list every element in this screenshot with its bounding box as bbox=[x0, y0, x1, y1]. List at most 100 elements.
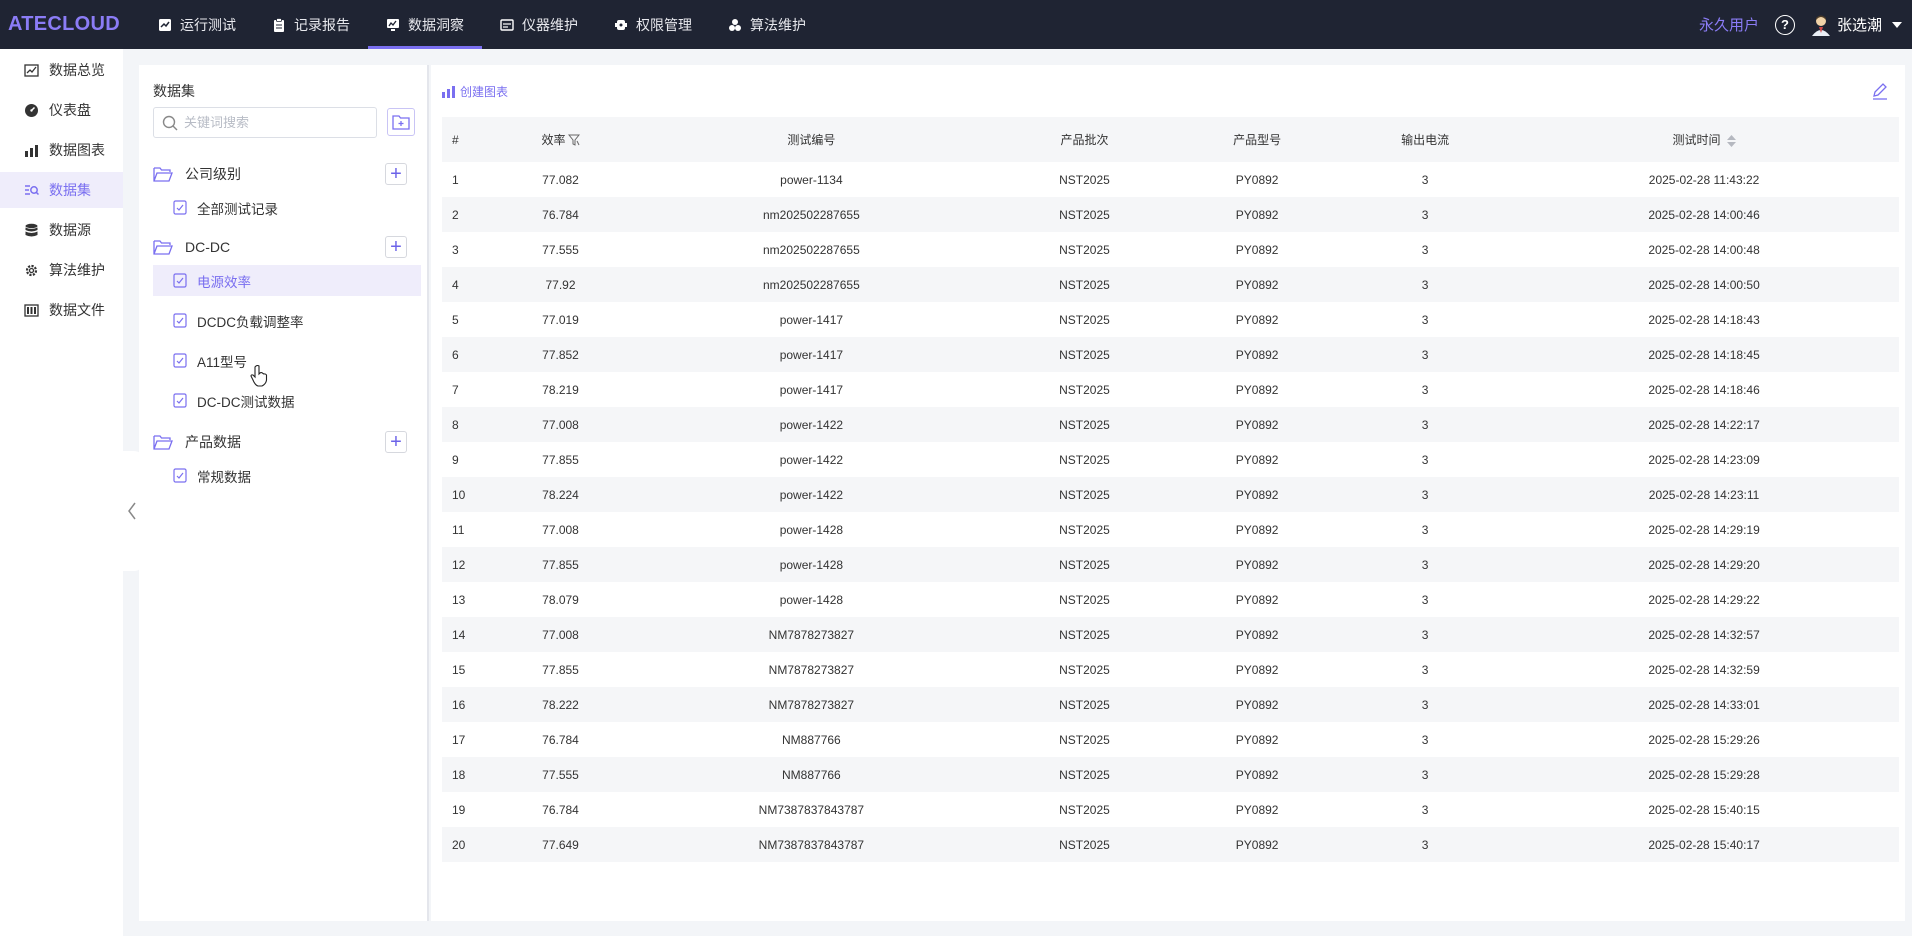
tree-item-power-efficiency[interactable]: 电源效率 bbox=[153, 265, 421, 296]
cell-output-current: 3 bbox=[1421, 312, 1429, 327]
user-menu[interactable]: 张选潮 bbox=[1811, 14, 1902, 36]
sidebar-item-data-overview[interactable]: 数据总览 bbox=[0, 52, 123, 88]
filter-icon[interactable] bbox=[567, 134, 580, 146]
cell-test-time: 2025-02-28 14:23:09 bbox=[1648, 452, 1760, 467]
cell-model: PY0892 bbox=[1235, 207, 1279, 222]
tree-item-all-test-records[interactable]: 全部测试记录 bbox=[153, 192, 421, 223]
cell-test-id: power-1417 bbox=[779, 347, 844, 362]
column-header-efficiency[interactable]: 效率 bbox=[494, 117, 627, 162]
cell-output-current: 3 bbox=[1421, 837, 1429, 852]
table-row[interactable]: 12 77.855 power-1428 NST2025 PY0892 3 2025-02-… bbox=[442, 547, 1899, 582]
tree-folder-dc-dc[interactable]: DC-DC + bbox=[153, 234, 419, 260]
search-input[interactable] bbox=[184, 115, 364, 130]
cell-efficiency: 77.649 bbox=[542, 837, 579, 852]
cell-batch: NST2025 bbox=[1059, 382, 1110, 397]
add-dataset-button[interactable]: + bbox=[385, 163, 407, 185]
table-row[interactable]: 4 77.92 nm202502287655 NST2025 PY0892 3 2025-0… bbox=[442, 267, 1899, 302]
tree-folder-product-data[interactable]: 产品数据 + bbox=[153, 429, 419, 455]
cell-model: PY0892 bbox=[1235, 732, 1279, 747]
chevron-down-icon bbox=[1892, 21, 1902, 28]
cell-batch: NST2025 bbox=[1059, 767, 1110, 782]
nav-item-record-report[interactable]: 记录报告 bbox=[254, 0, 368, 49]
tree-item-regular-data[interactable]: 常规数据 bbox=[153, 460, 421, 491]
sidebar-item-label: 数据文件 bbox=[49, 302, 105, 318]
new-folder-button[interactable] bbox=[387, 108, 415, 136]
cell-output-current: 3 bbox=[1421, 277, 1429, 292]
table-row[interactable]: 9 77.855 power-1422 NST2025 PY0892 3 2025-02-2… bbox=[442, 442, 1899, 477]
table-row[interactable]: 5 77.019 power-1417 NST2025 PY0892 3 2025-02-2… bbox=[442, 302, 1899, 337]
cell-efficiency: 77.019 bbox=[542, 312, 579, 327]
add-dataset-button[interactable]: + bbox=[385, 236, 407, 258]
table-row[interactable]: 16 78.222 NM7878273827 NST2025 PY0892 3 2025-0… bbox=[442, 687, 1899, 722]
sidebar-item-data-source[interactable]: 数据源 bbox=[0, 212, 123, 248]
column-header-test-time[interactable]: 测试时间 bbox=[1509, 117, 1899, 162]
table-row[interactable]: 1 77.082 power-1134 NST2025 PY0892 3 2025-02-2… bbox=[442, 162, 1899, 197]
nav-item-permission[interactable]: 权限管理 bbox=[596, 0, 710, 49]
cell-test-time: 2025-02-28 14:00:48 bbox=[1648, 242, 1760, 257]
cell-efficiency: 77.008 bbox=[542, 522, 579, 537]
sidebar-item-data-chart[interactable]: 数据图表 bbox=[0, 132, 123, 168]
table-row[interactable]: 10 78.224 power-1422 NST2025 PY0892 3 2025-02-… bbox=[442, 477, 1899, 512]
sidebar-item-label: 数据源 bbox=[49, 222, 91, 238]
table-row[interactable]: 19 76.784 NM7387837843787 NST2025 PY0892 3 202… bbox=[442, 792, 1899, 827]
sidebar-item-dashboard[interactable]: 仪表盘 bbox=[0, 92, 123, 128]
table-row[interactable]: 14 77.008 NM7878273827 NST2025 PY0892 3 2025-0… bbox=[442, 617, 1899, 652]
sidebar-item-label: 数据集 bbox=[49, 182, 91, 198]
table-row[interactable]: 6 77.852 power-1417 NST2025 PY0892 3 2025-02-2… bbox=[442, 337, 1899, 372]
cell-batch: NST2025 bbox=[1059, 732, 1110, 747]
folder-icon bbox=[153, 435, 173, 450]
cell-model: PY0892 bbox=[1235, 172, 1279, 187]
nav-item-run-test[interactable]: 运行测试 bbox=[140, 0, 254, 49]
cell-output-current: 3 bbox=[1421, 732, 1429, 747]
table-row[interactable]: 18 77.555 NM887766 NST2025 PY0892 3 2025-02-28… bbox=[442, 757, 1899, 792]
cell-test-id: power-1422 bbox=[779, 487, 844, 502]
column-header-model[interactable]: 产品型号 bbox=[1173, 117, 1341, 162]
add-dataset-button[interactable]: + bbox=[385, 431, 407, 453]
tree-item-a11-model[interactable]: A11型号 bbox=[153, 345, 421, 376]
nav-item-algorithm[interactable]: 算法维护 bbox=[710, 0, 824, 49]
column-header-test-id[interactable]: 测试编号 bbox=[627, 117, 996, 162]
edit-icon[interactable] bbox=[1871, 82, 1889, 100]
folder-add-icon bbox=[392, 115, 410, 130]
license-label[interactable]: 永久用户 bbox=[1699, 14, 1759, 35]
table-row[interactable]: 13 78.079 power-1428 NST2025 PY0892 3 2025-02-… bbox=[442, 582, 1899, 617]
table-row[interactable]: 7 78.219 power-1417 NST2025 PY0892 3 2025-02-2… bbox=[442, 372, 1899, 407]
dataset-file-icon bbox=[173, 393, 187, 408]
help-icon[interactable]: ? bbox=[1774, 14, 1795, 35]
cell-model: PY0892 bbox=[1235, 487, 1279, 502]
table-row[interactable]: 11 77.008 power-1428 NST2025 PY0892 3 2025-02-… bbox=[442, 512, 1899, 547]
folder-icon bbox=[153, 167, 173, 182]
table-row[interactable]: 20 77.649 NM7387837843787 NST2025 PY0892 3 202… bbox=[442, 827, 1899, 862]
cell-batch: NST2025 bbox=[1059, 592, 1110, 607]
column-header-output-current[interactable]: 输出电流 bbox=[1341, 117, 1509, 162]
nav-item-data-insight[interactable]: 数据洞察 bbox=[368, 0, 482, 49]
cell-test-time: 2025-02-28 14:32:57 bbox=[1648, 627, 1760, 642]
cell-test-time: 2025-02-28 15:29:26 bbox=[1648, 732, 1760, 747]
dataset-panel: 数据集 公司级别 + 全部测试记录 DC-DC + 电源效率 DCDC负载调整率… bbox=[139, 65, 429, 921]
cell-efficiency: 77.855 bbox=[542, 662, 579, 677]
sidebar-item-data-files[interactable]: 数据文件 bbox=[0, 292, 123, 328]
tree-folder-company[interactable]: 公司级别 + bbox=[153, 161, 419, 187]
table-row[interactable]: 15 77.855 NM7878273827 NST2025 PY0892 3 2025-0… bbox=[442, 652, 1899, 687]
table-row[interactable]: 3 77.555 nm202502287655 NST2025 PY0892 3 2025-… bbox=[442, 232, 1899, 267]
tree-item-dc-dc-test-data[interactable]: DC-DC测试数据 bbox=[153, 385, 421, 416]
sidebar-item-algorithm[interactable]: 算法维护 bbox=[0, 252, 123, 288]
column-header-batch[interactable]: 产品批次 bbox=[996, 117, 1173, 162]
cell-efficiency: 77.92 bbox=[545, 277, 576, 292]
app-logo[interactable]: ATECLOUD bbox=[0, 13, 140, 36]
nav-item-instrument[interactable]: 仪器维护 bbox=[482, 0, 596, 49]
cell-efficiency: 76.784 bbox=[542, 732, 579, 747]
sidebar-item-dataset[interactable]: 数据集 bbox=[0, 172, 123, 208]
table-row[interactable]: 17 76.784 NM887766 NST2025 PY0892 3 2025-02-28… bbox=[442, 722, 1899, 757]
table-row[interactable]: 8 77.008 power-1422 NST2025 PY0892 3 2025-02-2… bbox=[442, 407, 1899, 442]
cell-index: 9 bbox=[452, 452, 459, 467]
create-chart-button[interactable]: 创建图表 bbox=[442, 83, 508, 100]
cell-efficiency: 78.222 bbox=[542, 697, 579, 712]
panel-title: 数据集 bbox=[153, 83, 195, 99]
table-row[interactable]: 2 76.784 nm202502287655 NST2025 PY0892 3 2025-… bbox=[442, 197, 1899, 232]
cell-test-id: power-1417 bbox=[779, 382, 844, 397]
tree-item-dcdc-load-regulation[interactable]: DCDC负载调整率 bbox=[153, 305, 421, 336]
cell-index: 18 bbox=[452, 767, 466, 782]
cell-efficiency: 77.855 bbox=[542, 452, 579, 467]
sort-icon[interactable] bbox=[1726, 134, 1736, 147]
